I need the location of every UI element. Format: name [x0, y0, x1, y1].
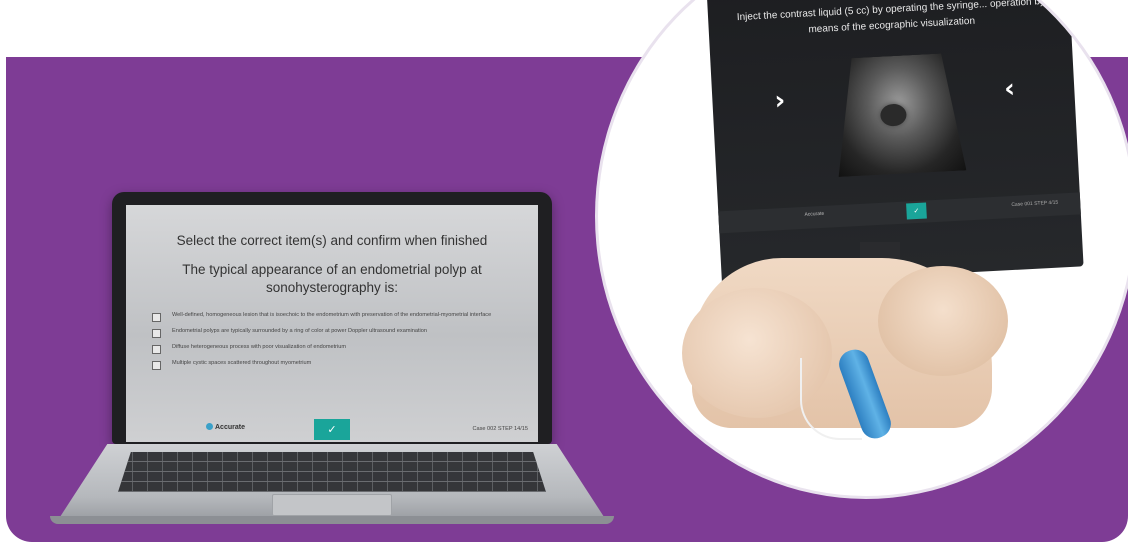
- option-1-text: Well-defined, homogeneous lesion that is…: [172, 312, 492, 318]
- option-3-text: Diffuse heterogeneous process with poor …: [172, 344, 347, 350]
- monitor-brand-name: Accurate: [804, 210, 825, 218]
- monitor-confirm-button[interactable]: ✓: [906, 202, 927, 220]
- monitor-case-info: Case 001 STEP 4/15: [1011, 199, 1059, 209]
- screen-footer: Accurate ✓ Case 002 STEP 14/15: [126, 418, 538, 442]
- brand-dot-icon: [206, 423, 213, 430]
- laptop-trackpad: [272, 494, 392, 516]
- chevron-right-icon[interactable]: ›: [774, 86, 786, 117]
- answer-options: Well-defined, homogeneous lesion that is…: [152, 312, 532, 376]
- instruction-heading: Select the correct item(s) and confirm w…: [176, 233, 488, 248]
- confirm-button[interactable]: ✓: [314, 419, 350, 440]
- option-2-text: Endometrial polyps are typically surroun…: [172, 328, 427, 334]
- option-4-checkbox[interactable]: [152, 361, 161, 370]
- ultrasound-image: [832, 52, 966, 177]
- answer-option-1[interactable]: Well-defined, homogeneous lesion that is…: [152, 312, 532, 322]
- case-step-info: Case 002 STEP 14/15: [472, 426, 528, 432]
- laptop-screen: Select the correct item(s) and confirm w…: [126, 205, 538, 442]
- answer-option-3[interactable]: Diffuse heterogeneous process with poor …: [152, 344, 532, 354]
- monitor-instruction: Inject the contrast liquid (5 cc) by ope…: [736, 0, 1046, 36]
- monitor-footer: Accurate ✓ Case 001 STEP 4/15: [718, 192, 1081, 234]
- option-2-checkbox[interactable]: [152, 329, 161, 338]
- option-4-text: Multiple cystic spaces scattered through…: [172, 360, 312, 366]
- monitor-check-icon: ✓: [913, 206, 920, 216]
- brand-logo: Accurate: [206, 423, 245, 431]
- option-3-checkbox[interactable]: [152, 345, 161, 354]
- question-text: The typical appearance of an endometrial…: [182, 262, 482, 295]
- laptop-front-edge: [50, 516, 614, 524]
- pelvic-mannequin: [682, 258, 1008, 443]
- answer-option-2[interactable]: Endometrial polyps are typically surroun…: [152, 328, 532, 338]
- answer-option-4[interactable]: Multiple cystic spaces scattered through…: [152, 360, 532, 370]
- mannequin-right-leg: [878, 266, 1008, 376]
- option-1-checkbox[interactable]: [152, 313, 161, 322]
- keyboard-rows: [118, 452, 546, 492]
- check-icon: ✓: [327, 423, 337, 436]
- brand-name: Accurate: [215, 424, 245, 431]
- chevron-left-icon[interactable]: ‹: [1003, 74, 1015, 105]
